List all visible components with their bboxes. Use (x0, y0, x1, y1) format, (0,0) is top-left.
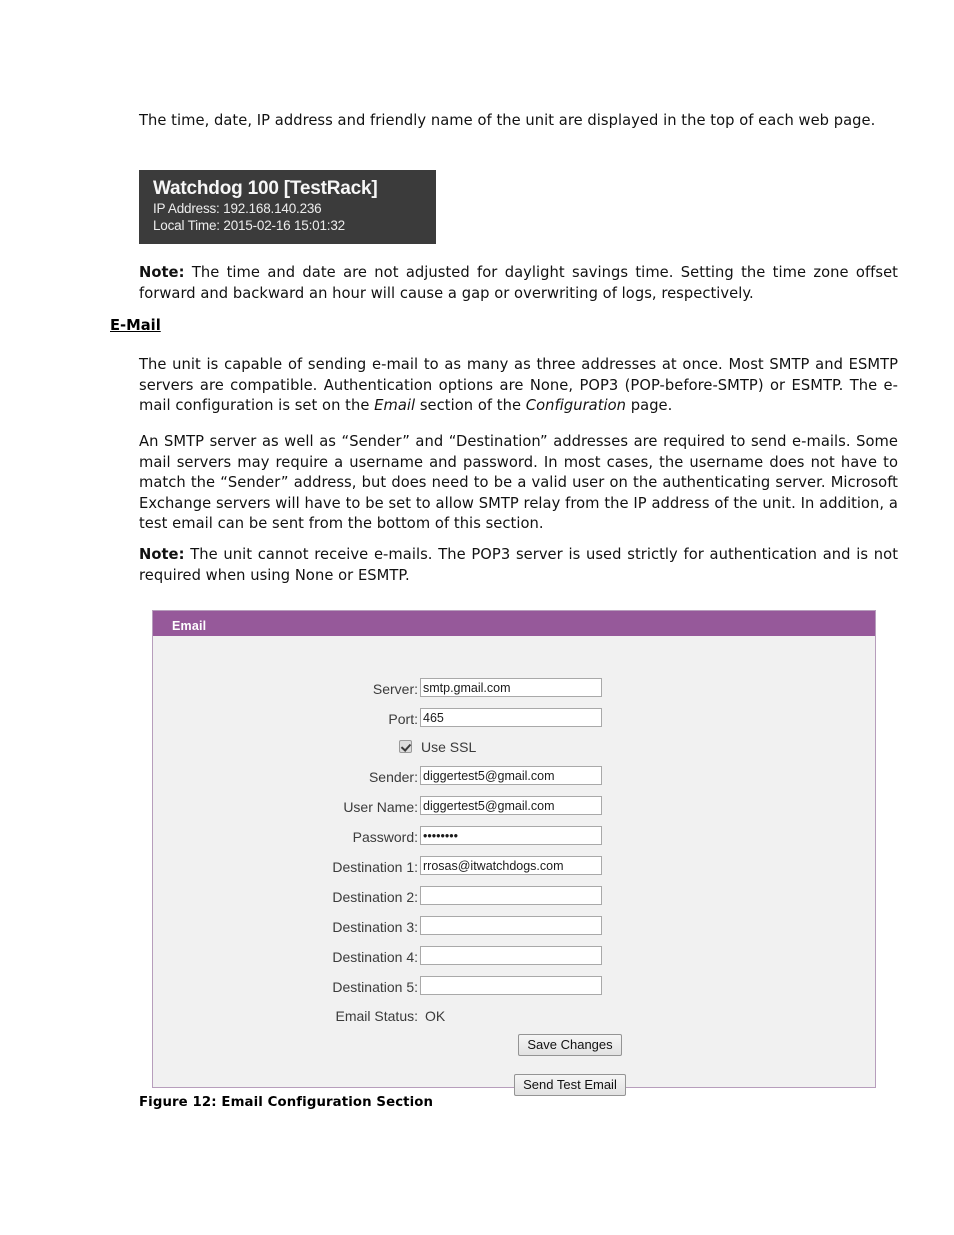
intro-paragraph: The time, date, IP address and friendly … (139, 112, 876, 129)
email-panel-header: Email (153, 611, 875, 636)
destination-2-label: Destination 2: (332, 889, 418, 905)
email-status-label: Email Status: (335, 1008, 418, 1024)
requirements-paragraph: An SMTP server as well as “Sender” and “… (139, 433, 898, 532)
email-panel-body: Server: Port: Use SSL Sender: User Name: (153, 636, 875, 1096)
use-ssl-checkbox[interactable] (399, 740, 412, 753)
form-row-destination-1: Destination 1: (153, 856, 875, 886)
destination-3-input[interactable] (420, 916, 602, 935)
destination-1-input[interactable] (420, 856, 602, 875)
section-heading-email: E-Mail (110, 317, 161, 334)
banner-local-time: Local Time: 2015-02-16 15:01:32 (153, 218, 345, 233)
note-time-text: The time and date are not adjusted for d… (139, 264, 898, 302)
document-page: The time, date, IP address and friendly … (0, 0, 954, 1235)
use-ssl-label: Use SSL (421, 739, 477, 755)
password-label: Password: (352, 829, 418, 845)
form-row-destination-2: Destination 2: (153, 886, 875, 916)
form-row-port: Port: (153, 708, 875, 738)
send-test-email-row: Send Test Email (153, 1074, 875, 1096)
form-row-destination-5: Destination 5: (153, 976, 875, 1006)
capability-text-part3: page. (626, 397, 673, 414)
note-receive-label: Note: (139, 546, 185, 563)
capability-paragraph: The unit is capable of sending e-mail to… (139, 355, 898, 417)
form-row-destination-3: Destination 3: (153, 916, 875, 946)
form-row-destination-4: Destination 4: (153, 946, 875, 976)
server-input[interactable] (420, 678, 602, 697)
figure-caption: Figure 12: Email Configuration Section (139, 1095, 434, 1110)
destination-4-label: Destination 4: (332, 949, 418, 965)
destination-5-label: Destination 5: (332, 979, 418, 995)
note-time-label: Note: (139, 264, 185, 281)
destination-3-label: Destination 3: (332, 919, 418, 935)
send-test-email-button[interactable]: Send Test Email (514, 1074, 626, 1096)
device-banner-image: Watchdog 100 [TestRack] IP Address: 192.… (139, 170, 436, 244)
email-status-value: OK (425, 1008, 446, 1024)
banner-ip-address: IP Address: 192.168.140.236 (153, 201, 322, 216)
password-input[interactable] (420, 826, 602, 845)
banner-device-title: Watchdog 100 [TestRack] (153, 178, 378, 199)
form-row-sender: Sender: (153, 766, 875, 796)
destination-1-label: Destination 1: (332, 859, 418, 875)
save-changes-row: Save Changes (153, 1034, 875, 1056)
email-configuration-panel: Email Server: Port: Use SSL Sender: (152, 610, 876, 1096)
server-label: Server: (372, 681, 418, 697)
port-label: Port: (388, 711, 418, 727)
note-time-paragraph: Note: The time and date are not adjusted… (139, 263, 898, 304)
user-name-input[interactable] (420, 796, 602, 815)
note-receive-paragraph: Note: The unit cannot receive e-mails. T… (139, 545, 898, 586)
email-panel-title: Email (172, 619, 207, 633)
destination-4-input[interactable] (420, 946, 602, 965)
capability-emphasis-email: Email (374, 397, 416, 414)
form-row-password: Password: (153, 826, 875, 856)
form-row-email-status: Email Status: OK (153, 1007, 875, 1029)
form-row-server: Server: (153, 678, 875, 708)
user-name-label: User Name: (343, 799, 418, 815)
destination-5-input[interactable] (420, 976, 602, 995)
sender-input[interactable] (420, 766, 602, 785)
note-receive-text: The unit cannot receive e-mails. The POP… (139, 546, 898, 584)
save-changes-button[interactable]: Save Changes (518, 1034, 622, 1056)
form-row-user-name: User Name: (153, 796, 875, 826)
capability-emphasis-configuration: Configuration (525, 397, 627, 414)
form-row-use-ssl: Use SSL (153, 738, 875, 760)
capability-text-part2: section of the (415, 397, 526, 414)
port-input[interactable] (420, 708, 602, 727)
sender-label: Sender: (368, 769, 418, 785)
destination-2-input[interactable] (420, 886, 602, 905)
